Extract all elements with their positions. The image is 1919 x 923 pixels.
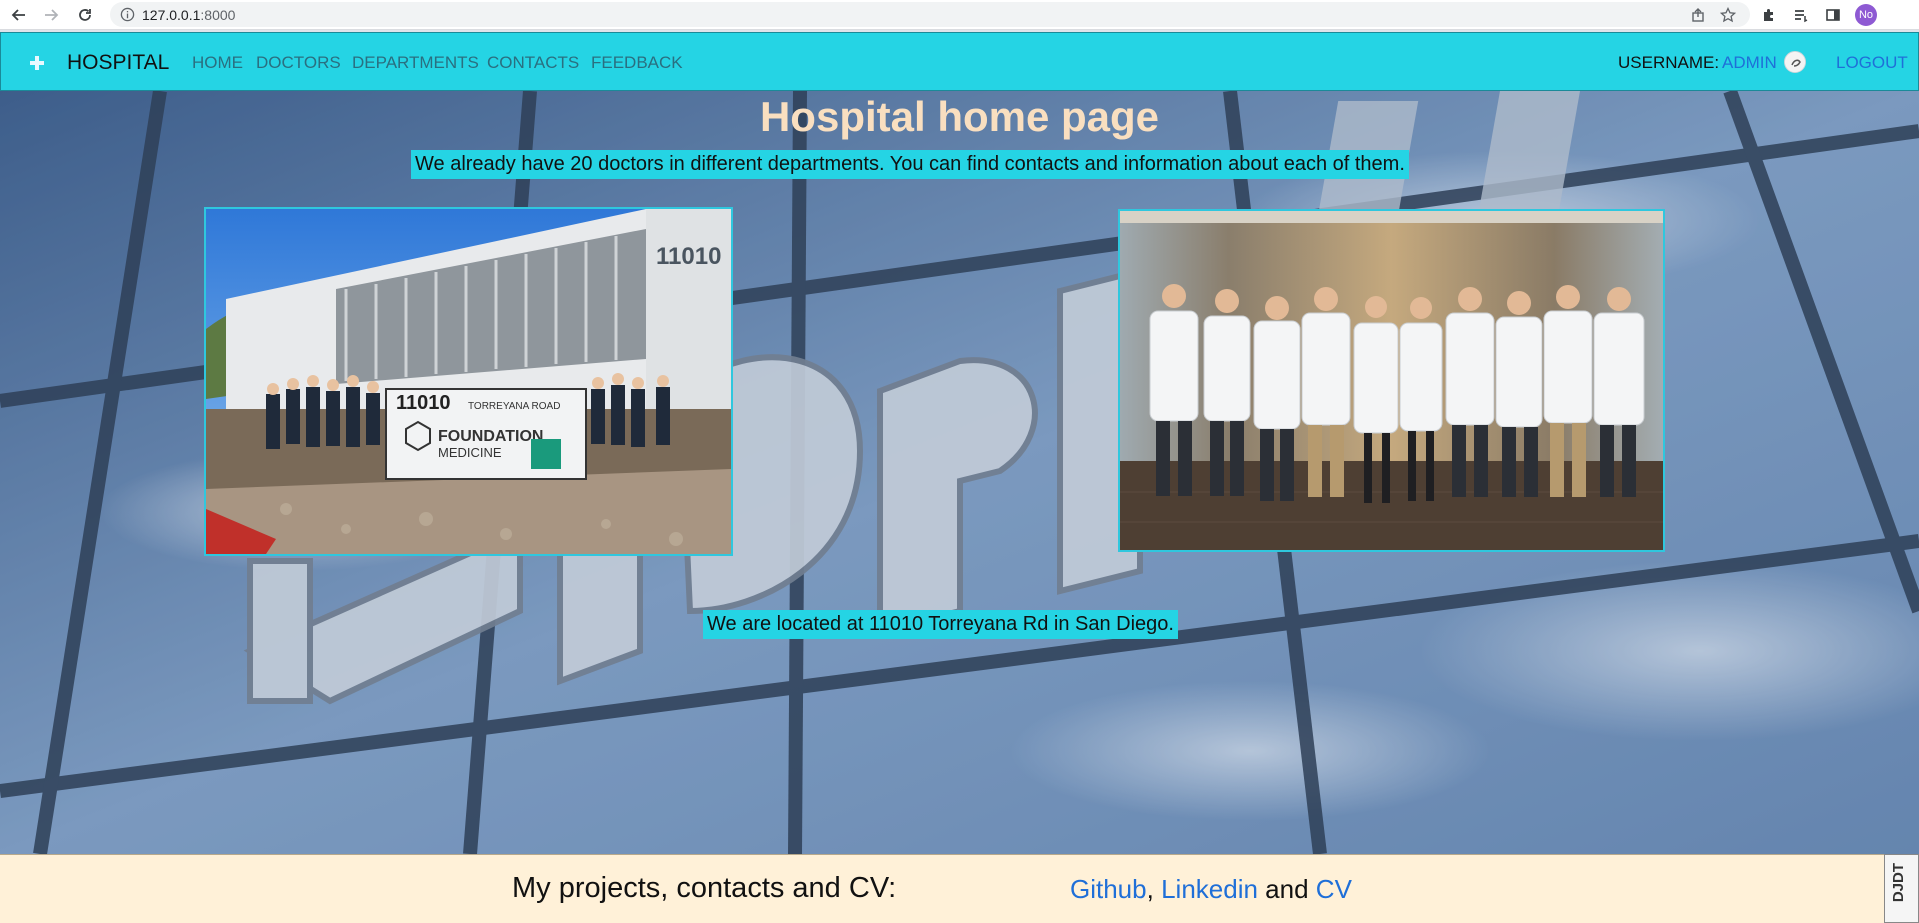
building-photo: 11010 11010 TORREYANA ROAD FOUNDATION ME… (204, 207, 733, 556)
address-bar[interactable]: 127.0.0.1:8000 (110, 2, 1750, 27)
site-footer: My projects, contacts and CV: Github, Li… (0, 854, 1919, 923)
doctors-group-image (1120, 211, 1663, 550)
user-avatar[interactable] (1784, 51, 1806, 73)
footer-label: My projects, contacts and CV: (512, 872, 897, 904)
brand-link[interactable]: HOSPITAL (67, 51, 169, 75)
side-panel-button[interactable] (1823, 5, 1843, 25)
footer-and: and (1265, 874, 1309, 904)
side-panel-icon (1826, 9, 1840, 21)
avatar-image-icon (1786, 53, 1805, 72)
site-info-icon[interactable] (120, 7, 135, 22)
nav-contacts[interactable]: CONTACTS (487, 53, 579, 73)
debug-toolbar-handle[interactable]: DJDT (1884, 854, 1919, 923)
site-navbar: HOSPITAL HOME DOCTORS DEPARTMENTS CONTAC… (0, 32, 1919, 91)
page-title: Hospital home page (759, 93, 1160, 140)
url-port: :8000 (200, 7, 236, 23)
reload-button[interactable] (74, 4, 96, 26)
foundation-medicine-building-image: 11010 11010 TORREYANA ROAD FOUNDATION ME… (206, 209, 731, 554)
debug-toolbar-label: DJDT (1890, 863, 1907, 903)
building-number-text: 11010 (656, 243, 721, 270)
arrow-right-icon (45, 9, 59, 21)
nav-departments[interactable]: DEPARTMENTS (352, 53, 479, 73)
sign-brand-text: FOUNDATION (438, 428, 543, 445)
sign-road-text: TORREYANA ROAD (468, 401, 560, 412)
profile-avatar[interactable]: No (1855, 4, 1877, 26)
reload-icon (79, 9, 91, 21)
sign-number-text: 11010 (396, 392, 451, 414)
nav-doctors[interactable]: DOCTORS (256, 53, 341, 73)
linkedin-link[interactable]: Linkedin (1161, 874, 1258, 904)
github-link[interactable]: Github (1070, 874, 1147, 904)
footer-links: Github, Linkedin and CV (1070, 874, 1352, 905)
puzzle-icon (1764, 9, 1773, 21)
forward-button[interactable] (40, 4, 62, 26)
bookmark-star-icon[interactable] (1720, 7, 1736, 23)
location-text: We are located at 11010 Torreyana Rd in … (703, 610, 1178, 639)
logout-link[interactable]: LOGOUT (1836, 53, 1908, 73)
username-link[interactable]: ADMIN (1722, 53, 1777, 73)
footer-separator: , (1146, 874, 1154, 904)
browser-toolbar: 127.0.0.1:8000 No (0, 0, 1919, 30)
extensions-button[interactable] (1759, 5, 1779, 25)
username-label: USERNAME: (1618, 53, 1720, 72)
reading-list-button[interactable] (1791, 5, 1811, 25)
nav-home[interactable]: HOME (192, 53, 243, 73)
cv-link[interactable]: CV (1316, 874, 1352, 904)
doctors-photo (1118, 209, 1665, 552)
intro-text: We already have 20 doctors in different … (411, 150, 1409, 179)
url-text: 127.0.0.1:8000 (142, 7, 235, 23)
url-host: 127.0.0.1 (142, 7, 201, 23)
nav-feedback[interactable]: FEEDBACK (591, 53, 683, 73)
arrow-left-icon (11, 9, 25, 21)
medical-cross-icon (30, 56, 44, 70)
share-icon[interactable] (1690, 7, 1706, 23)
sign-brand-sub-text: MEDICINE (438, 445, 502, 460)
reading-list-icon (1795, 10, 1808, 23)
hero-section: Hospital home page We already have 20 do… (0, 91, 1919, 854)
back-button[interactable] (8, 4, 30, 26)
